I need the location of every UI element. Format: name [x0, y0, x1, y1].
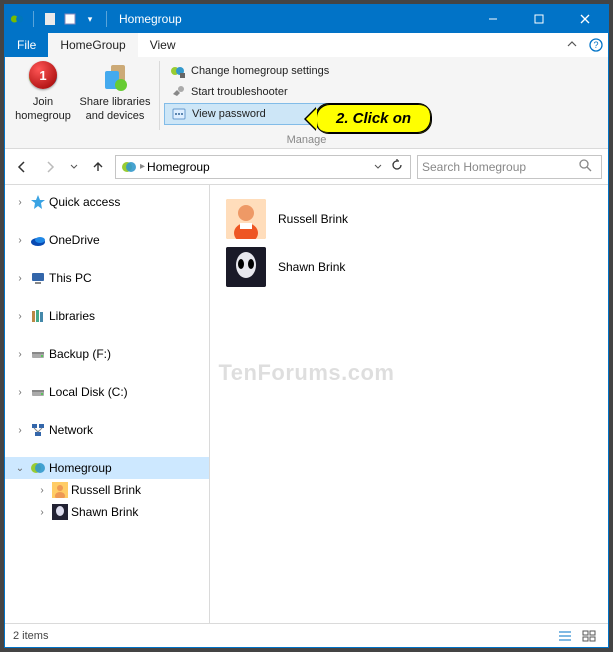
user-avatar-icon	[51, 481, 69, 499]
share-libraries-button[interactable]: Share libraries and devices	[77, 59, 153, 124]
tab-file[interactable]: File	[5, 33, 48, 57]
content-item-russell[interactable]: Russell Brink	[216, 195, 602, 243]
quick-doc-icon[interactable]	[42, 11, 58, 27]
minimize-button[interactable]	[470, 5, 516, 33]
back-button[interactable]	[11, 156, 33, 178]
status-bar: 2 items	[5, 623, 608, 647]
content-item-shawn[interactable]: Shawn Brink	[216, 243, 602, 291]
tree-user-shawn[interactable]: › Shawn Brink	[5, 501, 209, 523]
ribbon: Join homegroup Share libraries and devic…	[5, 57, 608, 149]
annotation-step-1: 1	[29, 61, 57, 89]
libraries-icon	[29, 307, 47, 325]
view-details-button[interactable]	[554, 627, 576, 645]
view-password-label: View password	[192, 108, 266, 120]
address-dropdown-icon[interactable]	[370, 160, 386, 174]
ribbon-collapse-icon[interactable]	[560, 33, 584, 57]
join-homegroup-label: Join homegroup	[15, 95, 71, 124]
change-settings-button[interactable]: Change homegroup settings	[164, 61, 335, 81]
content-pane: Russell Brink Shawn Brink	[210, 185, 608, 623]
tree-this-pc[interactable]: › This PC	[5, 267, 209, 289]
chevron-right-icon[interactable]: ›	[13, 197, 27, 208]
search-icon	[579, 159, 595, 175]
tree-onedrive[interactable]: › OneDrive	[5, 229, 209, 251]
annotation-callout: 2. Click on	[315, 103, 432, 134]
navigation-pane: › Quick access › OneDrive › This PC › Li…	[5, 185, 210, 623]
homegroup-icon	[120, 158, 138, 176]
tab-view[interactable]: View	[138, 33, 188, 57]
tab-homegroup[interactable]: HomeGroup	[48, 33, 137, 57]
tree-network[interactable]: › Network	[5, 419, 209, 441]
user-avatar-icon	[51, 503, 69, 521]
content-item-label: Russell Brink	[278, 212, 348, 226]
recent-locations-button[interactable]	[67, 156, 81, 178]
ribbon-group-label: Manage	[5, 134, 608, 146]
user-avatar-icon	[226, 247, 266, 287]
help-icon[interactable]: ?	[584, 33, 608, 57]
status-count: 2 items	[13, 630, 48, 642]
svg-text:?: ?	[593, 40, 598, 50]
network-icon	[29, 421, 47, 439]
chevron-right-icon[interactable]: ›	[35, 507, 49, 518]
address-bar: ▸ Homegroup Search Homegroup	[5, 149, 608, 185]
drive-icon	[29, 345, 47, 363]
up-button[interactable]	[87, 156, 109, 178]
maximize-button[interactable]	[516, 5, 562, 33]
homegroup-app-icon	[9, 11, 25, 27]
ribbon-tabs: File HomeGroup View ?	[5, 33, 608, 57]
user-avatar-icon	[226, 199, 266, 239]
drive-icon	[29, 383, 47, 401]
start-troubleshooter-label: Start troubleshooter	[191, 86, 288, 98]
chevron-right-icon[interactable]: ›	[13, 273, 27, 284]
homegroup-icon	[29, 459, 47, 477]
chevron-right-icon[interactable]: ›	[13, 349, 27, 360]
title-bar: ▾ Homegroup	[5, 5, 608, 33]
refresh-button[interactable]	[386, 158, 408, 175]
tree-user-russell[interactable]: › Russell Brink	[5, 479, 209, 501]
troubleshooter-icon	[170, 84, 186, 100]
address-field[interactable]: ▸ Homegroup	[115, 155, 411, 179]
quick-dropdown-icon[interactable]: ▾	[82, 11, 98, 27]
search-placeholder: Search Homegroup	[422, 160, 579, 174]
share-libraries-icon	[99, 61, 131, 93]
star-icon	[29, 193, 47, 211]
window-title: Homegroup	[119, 12, 470, 26]
tree-backup-drive[interactable]: › Backup (F:)	[5, 343, 209, 365]
search-input[interactable]: Search Homegroup	[417, 155, 602, 179]
quick-properties-icon[interactable]	[62, 11, 78, 27]
change-settings-label: Change homegroup settings	[191, 65, 329, 77]
pc-icon	[29, 269, 47, 287]
chevron-right-icon[interactable]: ›	[13, 235, 27, 246]
tree-libraries[interactable]: › Libraries	[5, 305, 209, 327]
content-item-label: Shawn Brink	[278, 260, 345, 274]
settings-icon	[170, 63, 186, 79]
onedrive-icon	[29, 231, 47, 249]
close-button[interactable]	[562, 5, 608, 33]
view-large-icons-button[interactable]	[578, 627, 600, 645]
chevron-right-icon[interactable]: ›	[13, 425, 27, 436]
tree-quick-access[interactable]: › Quick access	[5, 191, 209, 213]
address-location: Homegroup	[145, 160, 370, 174]
chevron-right-icon[interactable]: ›	[13, 311, 27, 322]
chevron-right-icon[interactable]: ›	[13, 387, 27, 398]
start-troubleshooter-button[interactable]: Start troubleshooter	[164, 82, 335, 102]
forward-button[interactable]	[39, 156, 61, 178]
chevron-right-icon[interactable]: ›	[35, 485, 49, 496]
tree-homegroup[interactable]: ⌄ Homegroup	[5, 457, 209, 479]
tree-local-disk[interactable]: › Local Disk (C:)	[5, 381, 209, 403]
chevron-down-icon[interactable]: ⌄	[13, 463, 27, 474]
view-password-icon	[171, 106, 187, 122]
share-libraries-label: Share libraries and devices	[80, 95, 151, 124]
